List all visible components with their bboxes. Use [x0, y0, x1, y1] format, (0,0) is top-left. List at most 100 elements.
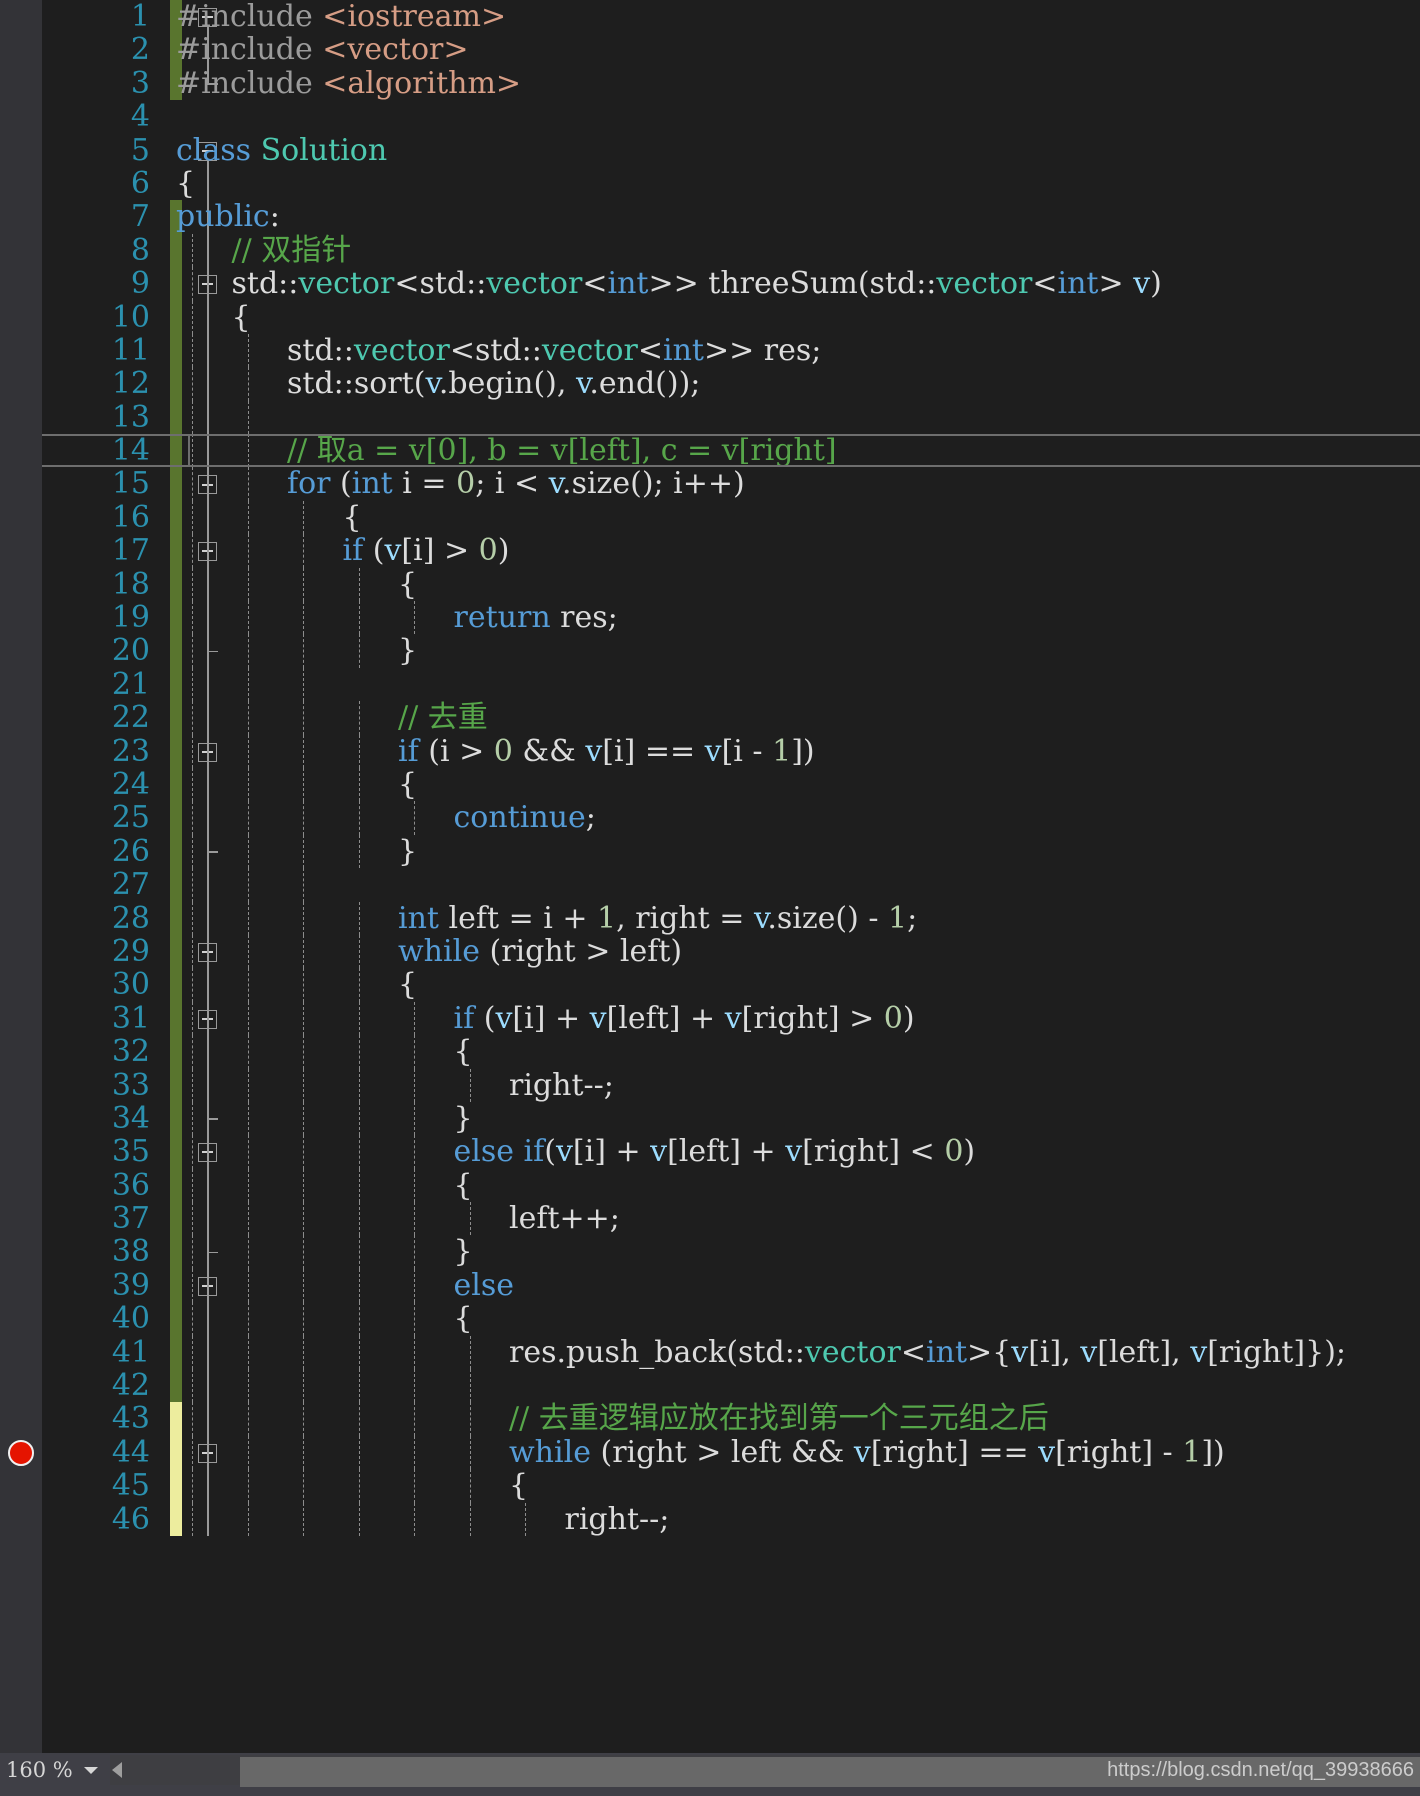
code-token: v: [555, 1134, 573, 1170]
code-line[interactable]: 2 #include <vector>: [42, 33, 1420, 67]
fold-column[interactable]: [184, 1068, 244, 1102]
breakpoint-gutter[interactable]: [0, 0, 42, 1753]
code-line[interactable]: 7 public:: [42, 200, 1420, 234]
code-line[interactable]: 33 right--;: [42, 1068, 1420, 1102]
fold-column[interactable]: [184, 1268, 244, 1303]
fold-column[interactable]: [184, 1035, 244, 1069]
code-line[interactable]: 38}: [42, 1235, 1420, 1269]
code-line[interactable]: 43 // 去重逻辑应放在找到第一个三元组之后: [42, 1402, 1420, 1436]
fold-column[interactable]: [184, 1469, 244, 1503]
fold-column[interactable]: [184, 1402, 244, 1436]
horizontal-scrollbar[interactable]: https://blog.csdn.net/qq_39938666: [110, 1755, 1420, 1787]
code-token: (: [340, 466, 352, 502]
code-line[interactable]: 26}: [42, 834, 1420, 869]
code-line[interactable]: 13: [42, 400, 1420, 435]
code-line[interactable]: 18 {: [42, 567, 1420, 602]
code-line[interactable]: 12 std::sort(v.begin(), v.end());: [42, 366, 1420, 402]
code-token: v: [753, 900, 768, 936]
fold-column[interactable]: [184, 968, 244, 1002]
code-line[interactable]: 3 #include <algorithm>: [42, 66, 1420, 100]
fold-column[interactable]: [184, 1135, 244, 1169]
fold-column[interactable]: [184, 434, 244, 468]
fold-column[interactable]: [184, 1502, 244, 1536]
code-line[interactable]: 15 for (int i = 0; i < v.size(); i++): [42, 466, 1420, 502]
code-line[interactable]: 44 while (right > left && v[right] == v[r…: [42, 1435, 1420, 1470]
code-line[interactable]: 31 if (v[i] + v[left] + v[right] > 0): [42, 1000, 1420, 1036]
code-line[interactable]: 30 {: [42, 968, 1420, 1002]
code-line[interactable]: 45 {: [42, 1469, 1420, 1503]
code-line[interactable]: 1 #include <iostream>: [42, 0, 1420, 33]
indent-guide: [247, 1402, 249, 1436]
chevron-down-icon[interactable]: [84, 1767, 98, 1774]
code-line[interactable]: 8 // 双指针: [42, 233, 1420, 267]
code-line[interactable]: 6{: [42, 167, 1420, 200]
code-line[interactable]: 28 int left = i + 1, right = v.size() - 1…: [42, 900, 1420, 936]
code-line[interactable]: 5 class Solution: [42, 133, 1420, 167]
code-line[interactable]: 20}: [42, 634, 1420, 668]
code-line[interactable]: 14 // 取a = v[0], b = v[left], c = v[right…: [42, 434, 1420, 467]
code-line[interactable]: 27: [42, 868, 1420, 902]
fold-column[interactable]: [184, 1101, 244, 1136]
fold-column[interactable]: [184, 333, 244, 368]
code-line[interactable]: 23 if (i > 0 && v[i] == v[i - 1]): [42, 734, 1420, 768]
fold-column[interactable]: [184, 1001, 244, 1036]
code-surface[interactable]: 1 #include <iostream> 2 #include <vector> 3 #…: [42, 0, 1420, 1753]
indent-guide: [303, 601, 304, 635]
indent-guide: [358, 1101, 360, 1136]
editor-viewport[interactable]: 1 #include <iostream> 2 #include <vector> 3 #…: [0, 0, 1420, 1753]
fold-column[interactable]: [184, 1335, 244, 1370]
fold-column[interactable]: [184, 500, 244, 535]
code-line[interactable]: 10 {: [42, 300, 1420, 334]
code-line[interactable]: 4: [42, 100, 1420, 134]
fold-column[interactable]: [184, 934, 244, 969]
fold-column[interactable]: [184, 1369, 244, 1403]
code-line[interactable]: 46 right--;: [42, 1502, 1420, 1536]
fold-column[interactable]: [184, 400, 244, 435]
fold-column[interactable]: [184, 1235, 244, 1269]
fold-column[interactable]: [184, 834, 244, 869]
code-line[interactable]: 22 // 去重: [42, 701, 1420, 735]
code-line[interactable]: 37 left++;: [42, 1202, 1420, 1236]
code-token: v: [575, 366, 590, 402]
fold-column[interactable]: [184, 601, 244, 635]
code-line[interactable]: 32 {: [42, 1035, 1420, 1069]
code-line[interactable]: 36 {: [42, 1168, 1420, 1203]
fold-column[interactable]: [184, 367, 244, 401]
fold-column[interactable]: [184, 667, 244, 702]
code-token: [right] >: [741, 1000, 884, 1036]
code-line[interactable]: 42: [42, 1369, 1420, 1402]
code-line[interactable]: 29 while (right > left): [42, 934, 1420, 969]
fold-column[interactable]: [184, 1302, 244, 1336]
fold-column[interactable]: [184, 634, 244, 668]
code-line[interactable]: 11 std::vector<std::vector<int>> res;: [42, 333, 1420, 368]
code-line[interactable]: 40 {: [42, 1302, 1420, 1336]
fold-column[interactable]: [184, 567, 244, 602]
code-line[interactable]: 41 res.push_back(std::vector<int>{v[i], v…: [42, 1335, 1420, 1370]
zoom-level-control[interactable]: 160 %: [0, 1753, 110, 1787]
fold-column[interactable]: [184, 701, 244, 735]
fold-column[interactable]: [184, 534, 244, 568]
fold-column[interactable]: [184, 1435, 244, 1470]
fold-column[interactable]: [184, 901, 244, 935]
code-line[interactable]: 9 std::vector<std::vector<int>> threeSum(…: [42, 267, 1420, 301]
code-line[interactable]: 34}: [42, 1101, 1420, 1136]
code-line[interactable]: 21: [42, 667, 1420, 702]
code-line[interactable]: 24 {: [42, 767, 1420, 802]
code-line[interactable]: 39 else: [42, 1268, 1420, 1303]
fold-column[interactable]: [184, 467, 244, 501]
code-line[interactable]: 16 {: [42, 500, 1420, 535]
code-token: continue: [453, 800, 586, 836]
fold-column[interactable]: [184, 868, 244, 902]
code-line[interactable]: 35 else if(v[i] + v[left] + v[right] < 0): [42, 1134, 1420, 1170]
code-line[interactable]: 19 return res;: [42, 601, 1420, 635]
fold-column[interactable]: [184, 1202, 244, 1236]
code-line[interactable]: 17 if (v[i] > 0): [42, 534, 1420, 568]
fold-column[interactable]: [184, 801, 244, 835]
triangle-left-icon[interactable]: [112, 1762, 122, 1778]
code-line[interactable]: 25 continue;: [42, 800, 1420, 836]
fold-column[interactable]: [184, 1168, 244, 1203]
fold-column[interactable]: [184, 734, 244, 768]
breakpoint-marker[interactable]: [8, 1439, 34, 1466]
fold-column[interactable]: [184, 767, 244, 802]
indent-guide: [303, 567, 304, 602]
